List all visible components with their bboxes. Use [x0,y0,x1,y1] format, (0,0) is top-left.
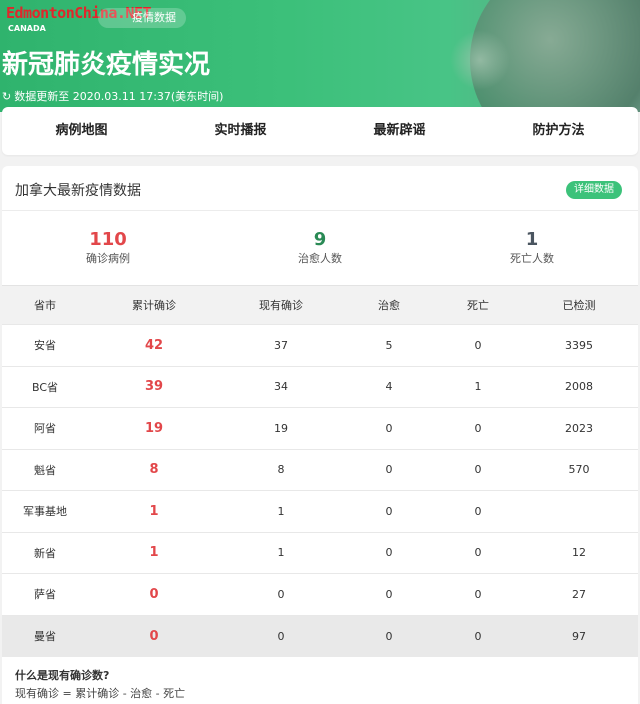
cell-total-confirmed: 0 [88,614,220,657]
breadcrumb[interactable]: 疫情数据 [98,8,186,28]
stat-confirmed-label: 确诊病例 [86,252,130,265]
cell-province: 军事基地 [2,490,88,532]
cell-cured: 0 [342,531,436,574]
cell-active: 19 [220,407,342,449]
cell-tested: 27 [520,573,638,615]
cell-tested: 97 [520,614,638,657]
cell-active: 37 [220,324,342,366]
cell-deaths: 1 [436,365,520,408]
table-row[interactable]: 曼省 0 0 0 0 97 [2,614,638,657]
cell-cured: 0 [342,407,436,449]
stat-confirmed-value: 110 [89,229,127,250]
cell-active: 0 [220,614,342,657]
cell-cured: 0 [342,448,436,491]
cell-province: 魁省 [2,448,88,491]
cell-total-confirmed: 8 [88,448,220,491]
province-table: 省市 累计确诊 现有确诊 治愈 死亡 已检测 安省 42 37 5 0 3395… [2,285,638,657]
card-header: 加拿大最新疫情数据 详细数据 [2,166,638,211]
cell-active: 0 [220,573,342,615]
col-province: 省市 [2,285,88,325]
cell-total-confirmed: 1 [88,531,220,574]
virus-illustration-small [450,30,510,90]
cell-province: 萨省 [2,573,88,615]
cell-cured: 0 [342,573,436,615]
nav-case-map[interactable]: 病例地图 [2,107,161,155]
nav-protection[interactable]: 防护方法 [479,107,638,155]
col-deaths: 死亡 [436,285,520,325]
col-tested: 已检测 [520,285,638,325]
cell-province: BC省 [2,365,88,408]
cell-tested: 570 [520,448,638,491]
logo-subtitle: CANADA [8,24,46,33]
cell-cured: 0 [342,490,436,532]
cell-active: 1 [220,531,342,574]
col-cured: 治愈 [342,285,436,325]
cell-active: 34 [220,365,342,408]
table-row[interactable]: 新省 1 1 0 0 12 [2,531,638,574]
stat-deaths-label: 死亡人数 [510,252,554,265]
stat-deaths: 1 死亡人数 [426,211,638,285]
summary-stats: 110 确诊病例 9 治愈人数 1 死亡人数 [2,211,638,285]
refresh-icon: ↻ [2,89,12,103]
cell-active: 8 [220,448,342,491]
cell-deaths: 0 [436,324,520,366]
detail-data-button[interactable]: 详细数据 [566,181,622,199]
stat-deaths-value: 1 [525,229,539,250]
header-banner: EdmontonChina.NET CANADA 疫情数据 新冠肺炎疫情实况 ↻… [0,0,640,112]
nav-rumor-debunk[interactable]: 最新辟谣 [320,107,479,155]
stat-cured-value: 9 [313,229,327,250]
cell-tested [520,490,638,532]
stat-cured-label: 治愈人数 [298,252,342,265]
table-row[interactable]: 魁省 8 8 0 0 570 [2,448,638,491]
cell-province: 曼省 [2,614,88,657]
cell-deaths: 0 [436,531,520,574]
cell-total-confirmed: 19 [88,407,220,449]
table-row[interactable]: 萨省 0 0 0 0 27 [2,573,638,615]
cell-cured: 0 [342,614,436,657]
cell-province: 新省 [2,531,88,574]
cell-deaths: 0 [436,407,520,449]
cell-deaths: 0 [436,614,520,657]
stat-confirmed: 110 确诊病例 [2,211,214,285]
card-title: 加拿大最新疫情数据 [15,183,141,199]
cell-tested: 2008 [520,365,638,408]
col-total-confirmed: 累计确诊 [88,285,220,325]
top-nav: 病例地图 实时播报 最新辟谣 防护方法 [2,107,638,155]
cell-cured: 4 [342,365,436,408]
update-text: 数据更新至 2020.03.11 17:37(美东时间) [14,90,224,103]
col-active: 现有确诊 [220,285,342,325]
cell-active: 1 [220,490,342,532]
table-header-row: 省市 累计确诊 现有确诊 治愈 死亡 已检测 [2,285,638,325]
cell-deaths: 0 [436,448,520,491]
note-answer: 现有确诊 = 累计确诊 - 治愈 - 死亡 [15,687,186,700]
cell-deaths: 0 [436,573,520,615]
cell-province: 阿省 [2,407,88,449]
table-row[interactable]: BC省 39 34 4 1 2008 [2,365,638,408]
note-question: 什么是现有确诊数? [15,669,110,682]
cell-tested: 12 [520,531,638,574]
cell-total-confirmed: 1 [88,490,220,532]
table-row[interactable]: 军事基地 1 1 0 0 [2,490,638,532]
cell-deaths: 0 [436,490,520,532]
cell-province: 安省 [2,324,88,366]
canada-data-card: 加拿大最新疫情数据 详细数据 110 确诊病例 9 治愈人数 1 死亡人数 省市… [2,166,638,704]
cell-total-confirmed: 0 [88,573,220,615]
cell-cured: 5 [342,324,436,366]
cell-tested: 3395 [520,324,638,366]
table-row[interactable]: 安省 42 37 5 0 3395 [2,324,638,366]
cell-total-confirmed: 39 [88,365,220,408]
cell-tested: 2023 [520,407,638,449]
nav-live-updates[interactable]: 实时播报 [161,107,320,155]
page-title: 新冠肺炎疫情实况 [2,50,211,80]
stat-cured: 9 治愈人数 [214,211,426,285]
cell-total-confirmed: 42 [88,324,220,366]
table-row[interactable]: 阿省 19 19 0 0 2023 [2,407,638,449]
update-time: ↻ 数据更新至 2020.03.11 17:37(美东时间) [2,88,223,104]
active-cases-note: 什么是现有确诊数? 现有确诊 = 累计确诊 - 治愈 - 死亡 [15,669,185,701]
